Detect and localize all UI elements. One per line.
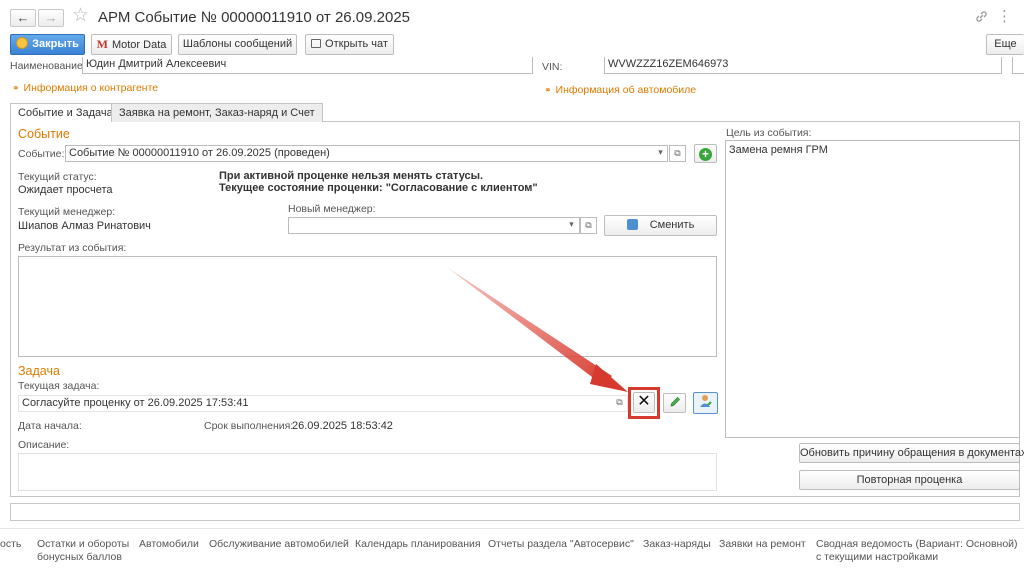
tab-event-task[interactable]: Событие и Задача — [10, 103, 121, 122]
link-icon[interactable] — [975, 10, 988, 26]
goal-textarea[interactable]: Замена ремня ГРМ — [725, 140, 1020, 438]
motor-data-button[interactable]: M Motor Data — [91, 34, 172, 55]
manager-value: Шиапов Алмаз Ринатович — [18, 220, 151, 232]
contractor-info-link[interactable]: ⚭ Информация о контрагенте — [12, 82, 158, 94]
link-icon: ⚭ — [544, 85, 552, 95]
result-label: Результат из события: — [18, 242, 127, 254]
user-edit-icon — [699, 395, 712, 407]
current-task-label: Текущая задача: — [18, 380, 100, 392]
edit-task-button[interactable] — [663, 393, 686, 413]
dropdown-icon[interactable]: ▾ — [563, 217, 580, 234]
result-textarea[interactable] — [18, 256, 717, 357]
due-date-value: 26.09.2025 18:53:42 — [292, 420, 393, 432]
status-warning-line2: Текущее состояние проценки: "Согласовани… — [219, 182, 538, 194]
bottom-link-work-orders[interactable]: Заказ-наряды — [643, 538, 711, 551]
pencil-icon — [670, 397, 680, 407]
vin-label: VIN: — [542, 61, 563, 73]
add-event-button[interactable]: + — [694, 144, 717, 163]
status-warning-line1: При активной проценке нельзя менять стат… — [219, 170, 484, 182]
bottom-link-reports[interactable]: Отчеты раздела "Автосервис" — [488, 538, 634, 551]
close-task-button[interactable]: ✕ — [633, 392, 655, 413]
window-title: АРМ Событие № 00000011910 от 26.09.2025 — [98, 9, 411, 26]
bottom-link-car-service[interactable]: Обслуживание автомобилей — [209, 538, 349, 551]
link-icon: ⚭ — [12, 83, 20, 93]
description-label: Описание: — [18, 439, 70, 451]
chat-icon — [311, 39, 322, 48]
arrow-left-icon: ← — [16, 10, 30, 25]
assign-task-button[interactable] — [693, 392, 718, 414]
plus-circle-icon: + — [699, 148, 712, 161]
open-event-button[interactable]: ⧉ — [669, 145, 686, 162]
new-manager-field[interactable] — [288, 217, 580, 234]
open-chat-button[interactable]: Открыть чат — [305, 34, 394, 55]
status-label: Текущий статус: — [18, 171, 97, 183]
vin-search-button[interactable] — [1012, 57, 1024, 74]
forward-button[interactable]: → — [38, 9, 64, 27]
close-button[interactable]: Закрыть — [10, 34, 85, 55]
bottom-link-cars[interactable]: Автомобили — [139, 538, 199, 551]
change-manager-button[interactable]: Сменить — [604, 215, 717, 236]
close-icon: ✕ — [637, 393, 651, 410]
bottom-link-bonus[interactable]: Остатки и обороты бонусных баллов — [37, 538, 132, 564]
update-reason-button[interactable]: Обновить причину обращения в документах — [799, 443, 1024, 463]
car-info-link[interactable]: ⚭ Информация об автомобиле — [544, 84, 696, 96]
event-field[interactable]: Событие № 00000011910 от 26.09.2025 (про… — [65, 145, 668, 162]
arrow-right-icon: → — [44, 10, 58, 25]
due-date-label: Срок выполнения: — [204, 420, 294, 432]
start-date-label: Дата начала: — [18, 420, 82, 432]
bottom-link-summary[interactable]: Сводная ведомость (Вариант: Основной) с … — [816, 538, 1021, 564]
more-vertical-icon[interactable]: ⋮ — [997, 7, 1012, 25]
bottom-link-repair-requests[interactable]: Заявки на ремонт — [719, 538, 806, 551]
favorite-star-icon[interactable]: ☆ — [72, 6, 89, 26]
tab-repair-order[interactable]: Заявка на ремонт, Заказ-наряд и Счет — [111, 103, 323, 122]
bottom-link-partial[interactable]: ость — [0, 538, 21, 551]
manager-label: Текущий менеджер: — [18, 206, 116, 218]
new-manager-label: Новый менеджер: — [288, 203, 376, 215]
task-section-title: Задача — [18, 364, 60, 378]
bottom-divider — [0, 528, 1024, 529]
bottom-link-calendar[interactable]: Календарь планирования — [355, 538, 481, 551]
event-label: Событие: — [18, 148, 65, 160]
name-label: Наименование: — [10, 60, 86, 72]
more-button[interactable]: Еще — [986, 34, 1024, 55]
swap-users-icon — [626, 219, 638, 230]
name-field[interactable]: Юдин Дмитрий Алексеевич — [82, 57, 533, 74]
dropdown-icon[interactable]: ▾ — [652, 145, 669, 162]
motor-m-icon: M — [96, 37, 108, 51]
recalc-button[interactable]: Повторная проценка — [799, 470, 1020, 490]
description-textarea[interactable] — [18, 453, 717, 491]
close-doc-icon — [16, 37, 29, 49]
vin-field[interactable]: WVWZZZ16ZEM646973 — [604, 57, 1002, 74]
message-templates-button[interactable]: Шаблоны сообщений — [178, 34, 297, 55]
current-task-field[interactable]: Согласуйте проценку от 26.09.2025 17:53:… — [18, 395, 628, 412]
status-bar-field — [10, 503, 1020, 521]
back-button[interactable]: ← — [10, 9, 36, 27]
open-task-button[interactable]: ⧉ — [611, 395, 628, 412]
status-value: Ожидает просчета — [18, 184, 113, 196]
event-section-title: Событие — [18, 127, 70, 141]
goal-label: Цель из события: — [726, 127, 812, 139]
open-manager-button[interactable]: ⧉ — [580, 217, 597, 234]
